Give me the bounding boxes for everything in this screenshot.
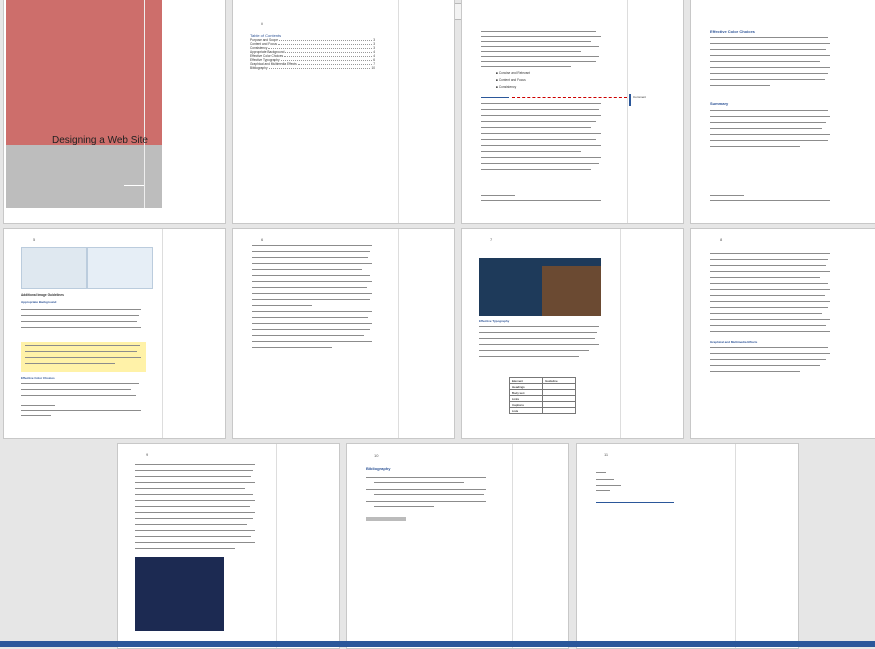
toc-entry-label: Bibliography <box>250 66 268 70</box>
section-heading: Effective Color Choices <box>21 376 55 380</box>
page-thumbnail-11[interactable]: 11 <box>576 443 799 649</box>
page-thumbnail-6[interactable]: 6 <box>232 228 455 439</box>
page-number: 10 <box>374 453 379 458</box>
page-number: 8 <box>720 237 723 242</box>
comment-balloon[interactable]: Comment <box>629 94 682 106</box>
screenshot-image <box>87 247 153 289</box>
page-thumbnail-4[interactable]: Effective Color Choices Summary <box>690 0 875 224</box>
cover-gray-block <box>6 145 162 208</box>
page-thumbnail-7[interactable]: 7 Effective Typography Element Guideline … <box>461 228 684 439</box>
section-heading: Appropriate Background <box>21 300 57 304</box>
section-heading: Effective Color Choices <box>710 29 755 34</box>
page-number: 11 <box>604 452 609 457</box>
bullet-item: ■ Content and Focus <box>496 78 526 82</box>
image-caption: Additional Image Guidelines <box>21 293 64 297</box>
page-thumbnail-3[interactable]: ■ Concise and Relevant ■ Content and Foc… <box>461 0 684 224</box>
bullet-item: ■ Consistency <box>496 85 517 89</box>
cover-red-block <box>6 0 162 145</box>
page-thumbnail-5[interactable]: 5 Additional Image Guidelines Appropriat… <box>3 228 226 439</box>
page-number: 5 <box>33 237 36 242</box>
cover-title: Designing a Web Site <box>52 135 148 146</box>
photo-detail <box>542 266 601 316</box>
section-heading: Effective Typography <box>479 319 510 323</box>
page-thumbnail-1[interactable]: Designing a Web Site <box>3 0 226 224</box>
table-row: Lists <box>509 407 576 414</box>
page-number: ii <box>261 21 263 26</box>
typography-table: Element Guideline Headings Body text Link… <box>509 377 576 414</box>
page-number: 7 <box>490 237 493 242</box>
status-bar <box>0 641 875 647</box>
toc-entry[interactable]: Bibliography 10 <box>250 66 375 70</box>
bibliography-heading: Bibliography <box>366 466 391 471</box>
page-thumbnail-10[interactable]: 10 Bibliography <box>346 443 569 649</box>
page-thumbnail-9[interactable]: 9 <box>117 443 340 649</box>
section-heading: Summary <box>710 101 729 106</box>
bullet-item: ■ Concise and Relevant <box>496 71 530 75</box>
page-number: 9 <box>146 452 149 457</box>
section-heading: Graphical and Multimedia Effects <box>710 340 758 344</box>
page-number: 6 <box>261 237 264 242</box>
page-thumbnail-2[interactable]: ii Table of Contents Purpose and Scope 3 C… <box>232 0 455 224</box>
photo-image <box>135 557 224 631</box>
screenshot-image <box>21 247 87 289</box>
page-thumbnail-8[interactable]: 8 Graphical and Multimedia Effects <box>690 228 875 439</box>
toc-entry-page: 10 <box>371 66 375 70</box>
